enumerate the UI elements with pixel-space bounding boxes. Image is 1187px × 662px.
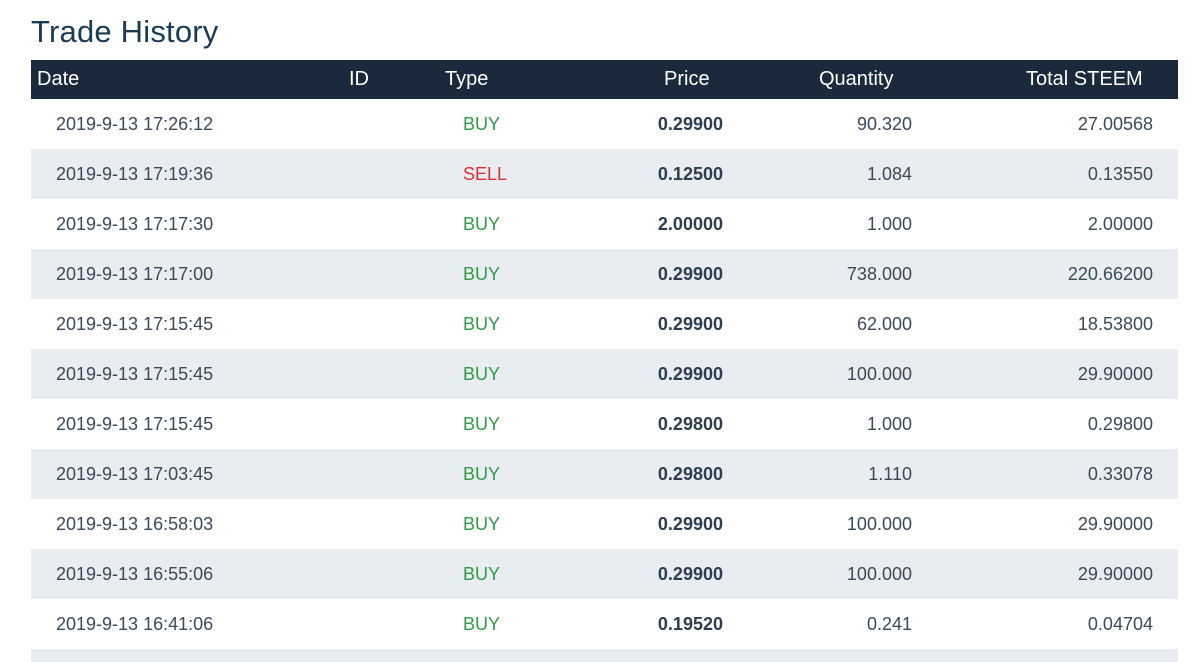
- cell-total: 27.00568: [1077, 114, 1153, 134]
- cell-price: 0.29900: [657, 314, 723, 334]
- header-quantity[interactable]: Quantity: [819, 60, 893, 99]
- table-body: 2019-9-13 17:26:12 BUY 0.29900 90.320 27.005…: [31, 99, 1178, 649]
- cell-type: BUY: [463, 564, 501, 584]
- cell-date: 2019-9-13 17:15:45: [56, 414, 214, 434]
- cell-total: 29.90000: [1077, 364, 1153, 384]
- cell-type: BUY: [463, 364, 501, 384]
- cell-price: 2.00000: [657, 214, 723, 234]
- table-row: 2019-9-13 16:58:03 BUY 0.29900 100.000 29.90…: [31, 499, 1178, 549]
- page-title: Trade History: [31, 14, 219, 49]
- table-row: 2019-9-13 17:15:45 BUY 0.29900 100.000 29.90…: [31, 349, 1178, 399]
- cell-price: 0.12500: [657, 164, 723, 184]
- cell-date: 2019-9-13 17:03:45: [56, 464, 214, 484]
- cell-quantity: 100.000: [846, 364, 912, 384]
- cell-price: 0.29900: [657, 564, 723, 584]
- cell-type: BUY: [463, 264, 501, 284]
- cell-date: 2019-9-13 17:26:12: [56, 114, 214, 134]
- header-type[interactable]: Type: [445, 60, 488, 99]
- header-price[interactable]: Price: [664, 60, 710, 99]
- cell-date: 2019-9-13 16:41:06: [56, 614, 214, 634]
- cell-total: 2.00000: [1087, 214, 1153, 234]
- table-row-partial: [31, 649, 1178, 662]
- cell-quantity: 1.084: [866, 164, 912, 184]
- cell-type: BUY: [463, 614, 501, 634]
- cell-date: 2019-9-13 17:17:30: [56, 214, 214, 234]
- table-row: 2019-9-13 17:26:12 BUY 0.29900 90.320 27.005…: [31, 99, 1178, 149]
- cell-type: SELL: [463, 164, 508, 184]
- cell-price: 0.19520: [657, 614, 723, 634]
- cell-total: 0.33078: [1087, 464, 1153, 484]
- cell-quantity: 1.000: [866, 214, 912, 234]
- cell-price: 0.29900: [657, 514, 723, 534]
- header-date[interactable]: Date: [37, 60, 79, 99]
- cell-quantity: 738.000: [846, 264, 912, 284]
- cell-date: 2019-9-13 17:15:45: [56, 364, 214, 384]
- cell-date: 2019-9-13 17:19:36: [56, 164, 214, 184]
- cell-price: 0.29900: [657, 264, 723, 284]
- cell-date: 2019-9-13 16:55:06: [56, 564, 214, 584]
- cell-price: 0.29800: [657, 414, 723, 434]
- header-total[interactable]: Total STEEM: [1026, 60, 1143, 99]
- table-row: 2019-9-13 16:55:06 BUY 0.29900 100.000 29.90…: [31, 549, 1178, 599]
- cell-quantity: 62.000: [856, 314, 912, 334]
- table-header: Date ID Type Price Quantity Total STEEM: [31, 60, 1178, 99]
- cell-type: BUY: [463, 514, 501, 534]
- table-row: 2019-9-13 17:03:45 BUY 0.29800 1.110 0.33078: [31, 449, 1178, 499]
- cell-type: BUY: [463, 464, 501, 484]
- table-row: 2019-9-13 16:41:06 BUY 0.19520 0.241 0.04704: [31, 599, 1178, 649]
- header-id[interactable]: ID: [349, 60, 369, 99]
- cell-price: 0.29900: [657, 364, 723, 384]
- cell-total: 18.53800: [1077, 314, 1153, 334]
- cell-quantity: 1.110: [868, 464, 912, 484]
- cell-date: 2019-9-13 17:17:00: [56, 264, 214, 284]
- table-row: 2019-9-13 17:17:30 BUY 2.00000 1.000 2.00000: [31, 199, 1178, 249]
- cell-total: 0.04704: [1087, 614, 1153, 634]
- table-row: 2019-9-13 17:19:36 SELL 0.12500 1.084 0.1355…: [31, 149, 1178, 199]
- cell-price: 0.29800: [657, 464, 723, 484]
- cell-total: 220.66200: [1067, 264, 1153, 284]
- cell-total: 29.90000: [1077, 514, 1153, 534]
- cell-quantity: 0.241: [866, 614, 912, 634]
- trade-history-page: Trade History Date ID Type Price Quantit…: [0, 0, 1187, 662]
- cell-date: 2019-9-13 17:15:45: [56, 314, 214, 334]
- cell-total: 0.13550: [1087, 164, 1153, 184]
- table-row: 2019-9-13 17:17:00 BUY 0.29900 738.000 220.6…: [31, 249, 1178, 299]
- cell-quantity: 90.320: [856, 114, 912, 134]
- cell-type: BUY: [463, 214, 501, 234]
- cell-quantity: 1.000: [866, 414, 912, 434]
- cell-total: 0.29800: [1087, 414, 1153, 434]
- cell-quantity: 100.000: [846, 514, 912, 534]
- cell-type: BUY: [463, 114, 501, 134]
- cell-quantity: 100.000: [846, 564, 912, 584]
- table-row: 2019-9-13 17:15:45 BUY 0.29800 1.000 0.29800: [31, 399, 1178, 449]
- cell-type: BUY: [463, 414, 501, 434]
- cell-type: BUY: [463, 314, 501, 334]
- table-row: 2019-9-13 17:15:45 BUY 0.29900 62.000 18.538…: [31, 299, 1178, 349]
- cell-total: 29.90000: [1077, 564, 1153, 584]
- cell-price: 0.29900: [657, 114, 723, 134]
- cell-date: 2019-9-13 16:58:03: [56, 514, 214, 534]
- trade-history-table: Date ID Type Price Quantity Total STEEM …: [31, 60, 1178, 662]
